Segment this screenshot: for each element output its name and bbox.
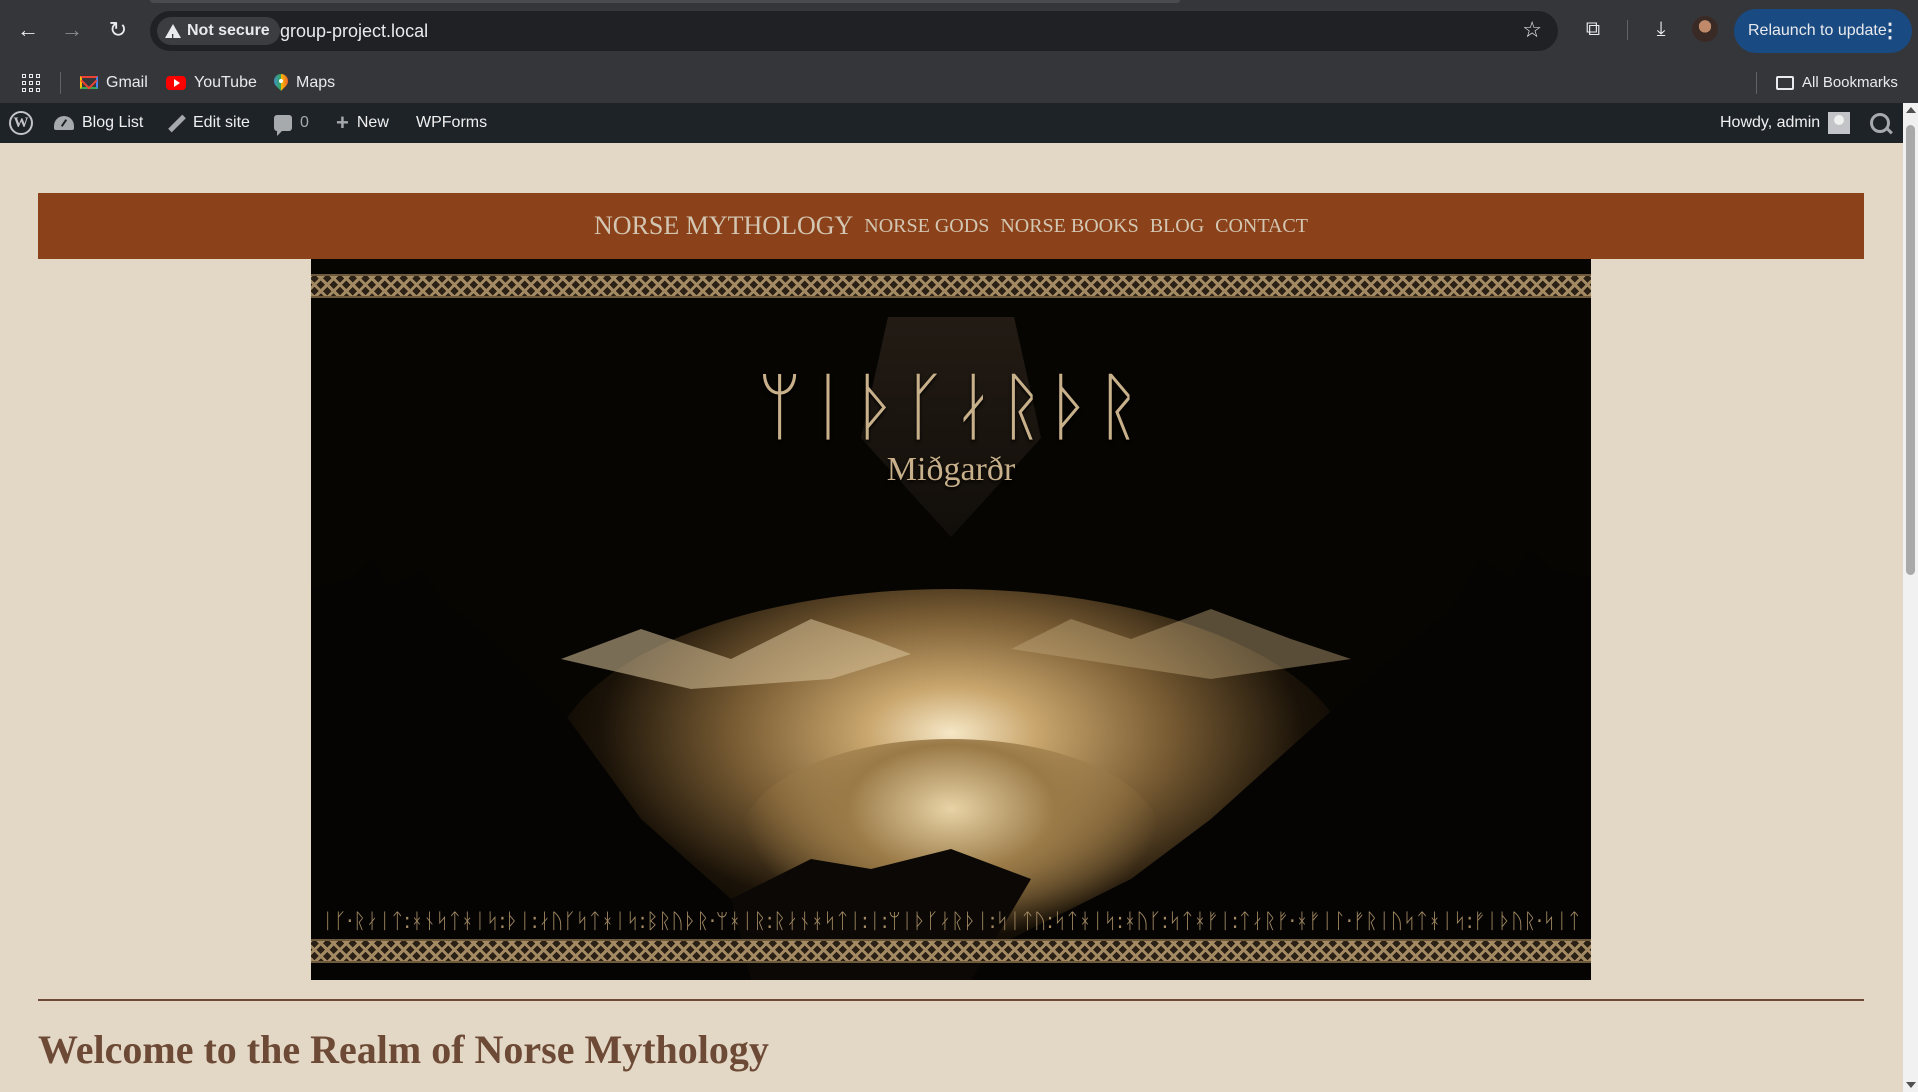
new-content-menu[interactable]: + New	[336, 103, 389, 143]
youtube-icon	[166, 75, 186, 90]
bookmark-star-icon[interactable]: ☆	[1522, 17, 1542, 43]
comments-count: 0	[300, 114, 309, 131]
user-avatar	[1828, 112, 1851, 134]
toolbar-divider	[1627, 20, 1628, 40]
edit-icon	[165, 113, 185, 133]
nav-norse-books[interactable]: NORSE BOOKS	[1000, 215, 1138, 238]
scrollbar-thumb[interactable]	[1906, 125, 1915, 575]
page-heading: Welcome to the Realm of Norse Mythology	[38, 1027, 769, 1072]
plus-icon: +	[336, 110, 349, 135]
all-bookmarks-button[interactable]: All Bookmarks	[1776, 62, 1898, 103]
howdy-label: Howdy, admin	[1720, 114, 1821, 131]
bookmark-label: YouTube	[194, 74, 257, 91]
forward-icon[interactable]: →	[56, 14, 88, 46]
security-label: Not secure	[187, 22, 270, 39]
tab-strip-edge	[150, 0, 1180, 3]
celtic-knot-border-bottom	[311, 939, 1591, 963]
profile-avatar[interactable]	[1692, 16, 1718, 42]
gmail-icon	[80, 76, 98, 89]
bookmark-label: Gmail	[106, 74, 148, 91]
page-scrollbar[interactable]	[1903, 103, 1918, 1092]
bookmark-maps[interactable]: Maps	[274, 62, 335, 103]
warning-icon	[165, 24, 181, 53]
nav-norse-gods[interactable]: NORSE GODS	[864, 215, 989, 238]
nav-contact[interactable]: CONTACT	[1215, 215, 1308, 238]
blog-list-label: Blog List	[82, 114, 144, 131]
bookmark-youtube[interactable]: YouTube	[166, 62, 257, 103]
folder-icon	[1776, 75, 1794, 90]
maps-icon	[274, 74, 288, 92]
blog-list-menu[interactable]: Blog List	[54, 103, 143, 143]
new-label: New	[356, 114, 389, 131]
download-icon[interactable]: ⤓	[1646, 14, 1676, 44]
bookmarks-divider	[60, 72, 61, 94]
bookmark-gmail[interactable]: Gmail	[80, 62, 148, 103]
relaunch-button[interactable]: Relaunch to update ⋮	[1734, 9, 1912, 53]
nav-blog[interactable]: BLOG	[1150, 215, 1204, 238]
snowy-mountains-right	[1011, 609, 1351, 679]
snowy-mountains-left	[561, 619, 911, 689]
bookmarks-divider	[1756, 72, 1757, 94]
edit-site-label: Edit site	[193, 114, 250, 131]
comments-link[interactable]: 0	[274, 103, 309, 143]
wordpress-logo-icon: W	[9, 111, 33, 135]
wp-admin-bar: W Blog List Edit site 0 + New WPForms Ho…	[0, 103, 1918, 143]
scroll-down-arrow-icon[interactable]	[1906, 1082, 1916, 1088]
site-navigation: NORSE MYTHOLOGY NORSE GODS NORSE BOOKS B…	[38, 193, 1864, 259]
edit-site-link[interactable]: Edit site	[165, 103, 250, 143]
bookmark-label: Maps	[296, 74, 336, 91]
hero-rune-inscription: ᛁᚴ·ᚱᛅᛁᛏ:ᚼᚾᛋᛏᚼᛁᛋ:ᚦᛁ:ᛅᚢᚴᛋᛏᚼᛁᛋ:ᛒᚱᚢᚦᚱ·ᛘᚼᛁᚱ:ᚱ…	[321, 909, 1581, 933]
hero-rune-title: ᛘᛁᚦᚴᛅᚱᚦᚱ	[757, 364, 1145, 450]
account-menu[interactable]: Howdy, admin	[1720, 103, 1851, 143]
site-title-link[interactable]: NORSE MYTHOLOGY	[594, 211, 853, 241]
wpforms-menu[interactable]: WPForms	[416, 103, 487, 143]
hero-subtitle: Miðgarðr	[886, 451, 1016, 488]
search-icon[interactable]	[1870, 113, 1890, 133]
security-chip[interactable]: Not secure	[157, 17, 280, 53]
apps-grid-icon[interactable]	[22, 74, 40, 92]
hero-banner-image: ᛘᛁᚦᚴᛅᚱᚦᚱ Miðgarðr ᛁᚴ·ᚱᛅᛁᛏ:ᚼᚾᛋᛏᚼᛁᛋ:ᚦᛁ:ᛅᚢᚴ…	[311, 259, 1591, 980]
comment-icon	[274, 115, 292, 136]
reload-icon[interactable]: ↻	[102, 14, 134, 46]
section-divider	[38, 999, 1864, 1001]
scroll-up-arrow-icon[interactable]	[1906, 107, 1916, 113]
bookmarks-bar: Gmail YouTube Maps All Bookmarks	[0, 62, 1918, 104]
more-menu-icon: ⋮	[1880, 20, 1900, 42]
dashboard-icon	[54, 116, 74, 130]
relaunch-label: Relaunch to update	[1748, 22, 1887, 39]
all-bookmarks-label: All Bookmarks	[1802, 74, 1898, 91]
extensions-icon[interactable]: ⧉	[1578, 14, 1608, 44]
wp-logo-menu[interactable]: W	[9, 103, 33, 143]
address-bar[interactable]: Not secure group-project.local ☆	[150, 11, 1558, 53]
wpforms-label: WPForms	[416, 114, 488, 131]
browser-toolbar: ← → ↻ Not secure group-project.local ☆ ⧉…	[0, 0, 1918, 62]
back-icon[interactable]: ←	[12, 14, 44, 46]
url-text[interactable]: group-project.local	[280, 11, 428, 51]
